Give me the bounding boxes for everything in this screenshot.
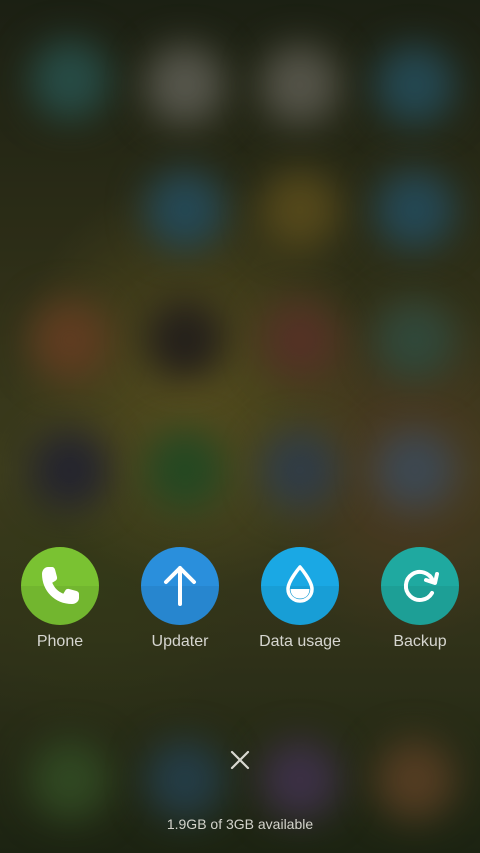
recent-shortcuts-row: Phone Updater Data usage Backup [0,547,480,657]
shortcut-phone[interactable]: Phone [0,547,120,651]
close-icon [230,750,250,770]
shortcut-backup[interactable]: Backup [360,547,480,651]
shortcut-updater[interactable]: Updater [120,547,240,651]
blurred-wallpaper [0,0,480,853]
water-drop-icon [261,547,339,625]
phone-icon [21,547,99,625]
shortcut-label: Backup [393,633,447,650]
memory-status: 1.9GB of 3GB available [166,816,314,832]
shortcut-label: Data usage [259,633,341,650]
shortcut-label: Updater [151,633,209,650]
arrow-up-icon [141,547,219,625]
shortcut-data-usage[interactable]: Data usage [240,547,360,651]
refresh-icon [381,547,459,625]
close-all-button[interactable] [220,740,260,780]
shortcut-label: Phone [36,633,84,650]
